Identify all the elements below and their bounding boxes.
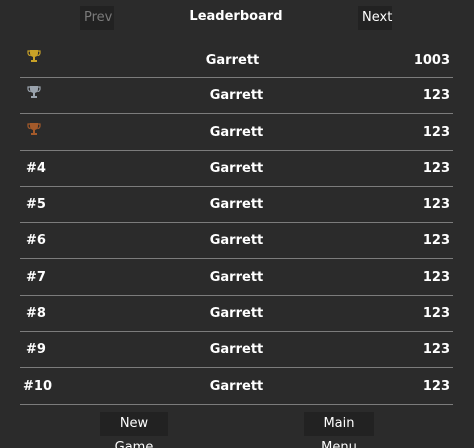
leaderboard-row: Garrett 123 — [20, 115, 453, 151]
player-name: Garrett — [205, 53, 260, 68]
leaderboard-list: Garrett 1003 Garrett 123 Garrett 123 #4 … — [20, 42, 453, 405]
leaderboard-row: Garrett 123 — [20, 78, 453, 115]
silver-trophy-icon — [27, 84, 41, 99]
bronze-trophy-icon — [27, 121, 41, 135]
player-name: Garrett — [209, 197, 264, 213]
leaderboard-row: #7 Garrett 123 — [20, 260, 453, 296]
player-score: 123 — [422, 233, 450, 249]
player-name: Garrett — [209, 160, 264, 176]
leaderboard-row: Garrett 1003 — [20, 42, 453, 78]
player-rank: #6 — [26, 233, 46, 249]
leaderboard-row: #5 Garrett 123 — [20, 187, 453, 224]
player-name: Garrett — [209, 342, 264, 358]
player-name: Garrett — [209, 269, 264, 285]
player-name: Garrett — [209, 233, 264, 249]
player-score: 123 — [422, 160, 450, 176]
prev-button[interactable]: Prev — [80, 6, 114, 30]
page-title: Leaderboard — [189, 9, 283, 24]
player-rank: #5 — [26, 197, 46, 213]
player-score: 123 — [422, 306, 450, 322]
gold-trophy-icon — [27, 48, 41, 62]
player-rank: #10 — [23, 378, 52, 394]
player-score: 1003 — [413, 53, 450, 68]
player-rank: #7 — [26, 269, 46, 285]
leaderboard-row: #8 Garrett 123 — [20, 296, 453, 333]
leaderboard-row: #10 Garrett 123 — [20, 369, 453, 405]
leaderboard-row: #9 Garrett 123 — [20, 332, 453, 369]
player-name: Garrett — [209, 306, 264, 322]
player-score: 123 — [422, 378, 450, 394]
next-button[interactable]: Next — [358, 6, 392, 30]
leaderboard-screen: Prev Leaderboard Next Garrett 1003 Garre… — [0, 0, 474, 448]
player-score: 123 — [422, 197, 450, 213]
player-score: 123 — [422, 269, 450, 285]
player-score: 123 — [422, 88, 450, 104]
player-rank: #8 — [26, 306, 46, 322]
player-score: 123 — [422, 342, 450, 358]
player-rank: #9 — [26, 342, 46, 358]
leaderboard-row: #6 Garrett 123 — [20, 223, 453, 260]
leaderboard-row: #4 Garrett 123 — [20, 151, 453, 187]
new-game-button[interactable]: New Game — [100, 412, 168, 448]
main-menu-button[interactable]: Main Menu — [304, 412, 374, 448]
player-name: Garrett — [209, 378, 264, 394]
player-name: Garrett — [209, 124, 264, 140]
player-rank: #4 — [26, 160, 46, 176]
player-score: 123 — [422, 124, 450, 140]
player-name: Garrett — [209, 88, 264, 104]
